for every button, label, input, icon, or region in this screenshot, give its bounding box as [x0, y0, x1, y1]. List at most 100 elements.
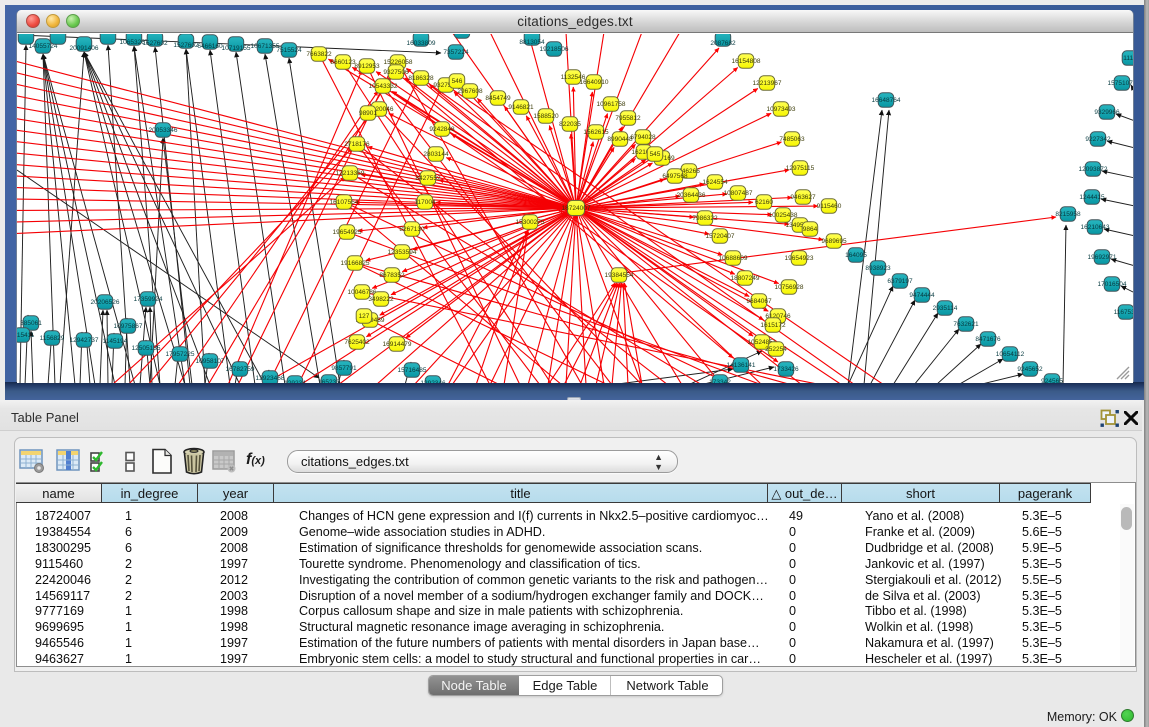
svg-text:98901: 98901 — [359, 110, 377, 117]
svg-text:20053346: 20053346 — [149, 127, 178, 134]
svg-text:12213967: 12213967 — [753, 80, 782, 87]
svg-text:16107554: 16107554 — [330, 199, 359, 206]
svg-text:16640910: 16640910 — [580, 79, 609, 86]
svg-text:10543332: 10543332 — [369, 83, 398, 90]
svg-text:10807487: 10807487 — [724, 190, 753, 197]
svg-text:1244415: 1244415 — [1079, 194, 1105, 201]
svg-text:1527602: 1527602 — [173, 42, 199, 49]
svg-text:8427552: 8427552 — [415, 175, 441, 182]
svg-text:1112: 1112 — [1123, 55, 1133, 62]
svg-text:12942737: 12942737 — [70, 337, 99, 344]
svg-text:62160: 62160 — [755, 199, 773, 206]
svg-text:9463627: 9463627 — [790, 194, 816, 201]
svg-text:20206526: 20206526 — [91, 299, 120, 306]
svg-text:9689695: 9689695 — [821, 238, 847, 245]
svg-text:7986322: 7986322 — [692, 215, 718, 222]
svg-text:8215958: 8215958 — [1055, 211, 1081, 218]
svg-text:15300275: 15300275 — [516, 219, 545, 226]
svg-text:9245652: 9245652 — [1017, 366, 1043, 373]
svg-text:385061: 385061 — [20, 320, 42, 327]
svg-text:1588520: 1588520 — [533, 113, 559, 120]
svg-text:8912953: 8912953 — [354, 63, 380, 70]
svg-text:12213369: 12213369 — [336, 170, 365, 177]
svg-text:20091406: 20091406 — [70, 45, 99, 52]
svg-text:3498222: 3498222 — [368, 296, 394, 303]
svg-text:822035: 822035 — [559, 121, 581, 128]
svg-text:15716485: 15716485 — [398, 367, 427, 374]
svg-text:9857791: 9857791 — [331, 365, 357, 372]
svg-text:1615172: 1615172 — [760, 322, 786, 329]
svg-text:1167533: 1167533 — [1114, 309, 1133, 316]
svg-text:12505135: 12505135 — [132, 345, 161, 352]
svg-text:1156829: 1156829 — [40, 335, 65, 342]
svg-text:1624554: 1624554 — [702, 179, 728, 186]
svg-text:10025438: 10025438 — [769, 212, 798, 219]
svg-text:8660123: 8660123 — [330, 59, 356, 66]
svg-text:20364436: 20364436 — [677, 192, 706, 199]
svg-text:6794028: 6794028 — [630, 134, 656, 141]
svg-text:1733426: 1733426 — [773, 366, 799, 373]
svg-text:7485063: 7485063 — [779, 136, 805, 143]
svg-text:17359924: 17359924 — [134, 296, 163, 303]
svg-text:7357224: 7357224 — [443, 49, 469, 56]
svg-text:7663822: 7663822 — [306, 51, 332, 58]
svg-text:12975115: 12975115 — [786, 165, 815, 172]
svg-text:8471676: 8471676 — [975, 336, 1001, 343]
svg-text:19218506: 19218506 — [540, 46, 569, 53]
svg-text:924565: 924565 — [1041, 378, 1063, 383]
svg-text:10756928: 10756928 — [775, 284, 804, 291]
svg-text:8678352: 8678352 — [379, 272, 405, 279]
svg-text:18724007: 18724007 — [562, 205, 591, 212]
svg-text:12353594: 12353594 — [388, 249, 417, 256]
svg-text:8813054: 8813054 — [519, 39, 545, 46]
svg-text:1562615: 1562615 — [583, 129, 609, 136]
svg-text:14136141: 14136141 — [727, 362, 756, 369]
svg-text:9327506: 9327506 — [383, 69, 409, 76]
svg-text:17016504: 17016504 — [1098, 281, 1127, 288]
svg-text:129234: 129234 — [284, 380, 306, 383]
svg-text:9864: 9864 — [803, 226, 818, 233]
svg-text:127: 127 — [359, 313, 370, 320]
svg-text:6497568: 6497568 — [662, 173, 688, 180]
svg-text:10961758: 10961758 — [597, 101, 626, 108]
svg-text:16154808: 16154808 — [732, 58, 761, 65]
svg-text:10719155: 10719155 — [222, 45, 251, 52]
svg-text:9329966: 9329966 — [1094, 109, 1120, 116]
svg-text:117004: 117004 — [414, 199, 436, 206]
svg-text:164095: 164095 — [845, 252, 867, 259]
svg-text:10654112: 10654112 — [996, 351, 1025, 358]
svg-text:15751074: 15751074 — [1108, 80, 1133, 87]
svg-text:18807249: 18807249 — [731, 275, 760, 282]
svg-text:2967608: 2967608 — [457, 88, 483, 95]
svg-text:9227342: 9227342 — [1085, 136, 1111, 143]
svg-text:16782759: 16782759 — [226, 366, 255, 373]
svg-text:546: 546 — [452, 78, 463, 85]
svg-text:2803144: 2803144 — [423, 151, 449, 158]
svg-text:165233: 165233 — [318, 379, 340, 383]
svg-text:16210643: 16210643 — [1081, 224, 1110, 231]
svg-text:9146821: 9146821 — [508, 104, 534, 111]
svg-text:16914479: 16914479 — [383, 341, 412, 348]
svg-text:7632621: 7632621 — [953, 321, 979, 328]
svg-text:3915411: 3915411 — [17, 332, 35, 339]
svg-text:10688609: 10688609 — [719, 255, 748, 262]
svg-text:8267130: 8267130 — [399, 226, 425, 233]
svg-text:2087682: 2087682 — [710, 40, 736, 47]
svg-text:7955812: 7955812 — [615, 115, 641, 122]
svg-text:19692971: 19692971 — [1088, 254, 1117, 261]
svg-text:10975867: 10975867 — [114, 323, 143, 330]
svg-text:1145194: 1145194 — [103, 338, 128, 345]
svg-text:19166825: 19166825 — [341, 260, 370, 267]
svg-text:17957225: 17957225 — [166, 351, 195, 358]
svg-text:15720407: 15720407 — [706, 233, 735, 240]
svg-text:6379197: 6379197 — [887, 278, 913, 285]
svg-text:9474444: 9474444 — [909, 292, 935, 299]
svg-text:19654923: 19654923 — [785, 255, 814, 262]
svg-text:7625402: 7625402 — [344, 339, 370, 346]
svg-text:8454749: 8454749 — [485, 95, 511, 102]
svg-text:9242848: 9242848 — [429, 126, 455, 133]
svg-text:12093872: 12093872 — [1079, 166, 1108, 173]
svg-text:9684067: 9684067 — [746, 298, 772, 305]
svg-text:9115460: 9115460 — [817, 203, 842, 210]
svg-text:1527602: 1527602 — [142, 40, 168, 47]
